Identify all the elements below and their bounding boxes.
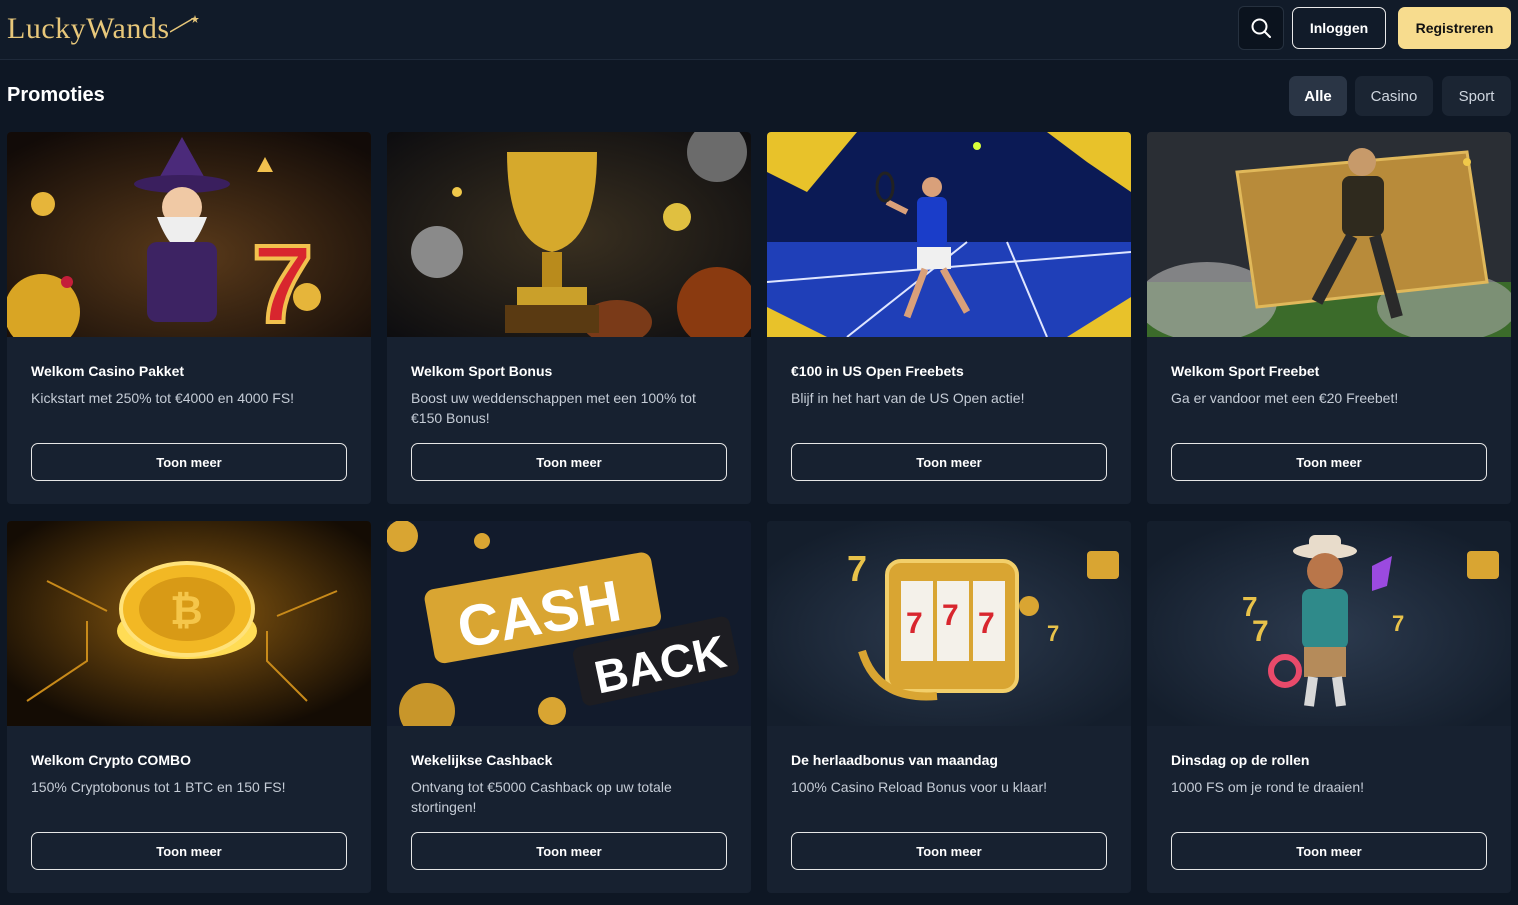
- promo-title: Welkom Sport Freebet: [1171, 363, 1320, 379]
- promo-image-cashback: CASH BACK: [387, 521, 751, 726]
- toon-meer-button[interactable]: Toon meer: [1171, 832, 1487, 870]
- filter-tab-casino[interactable]: Casino: [1355, 76, 1433, 116]
- promo-title: Wekelijkse Cashback: [411, 752, 553, 768]
- promo-description: 1000 FS om je rond te draaien!: [1171, 779, 1365, 795]
- promo-card-wekelijkse-cashback[interactable]: CASH BACK Wekelijkse Cashback Ontvang to…: [387, 521, 751, 893]
- promo-title: Welkom Crypto COMBO: [31, 752, 191, 768]
- svg-text:7: 7: [1392, 611, 1404, 636]
- search-icon: [1251, 18, 1271, 38]
- register-button[interactable]: Registreren: [1398, 7, 1511, 49]
- toon-meer-button[interactable]: Toon meer: [31, 443, 347, 481]
- site-logo[interactable]: LuckyWands: [7, 10, 199, 46]
- promo-image-tennis: [767, 132, 1131, 337]
- promo-card-welkom-crypto-combo[interactable]: ₿ Welkom Crypto COMBO 150% Cryptobonus t…: [7, 521, 371, 893]
- svg-text:7: 7: [906, 607, 923, 640]
- svg-text:7: 7: [1047, 621, 1059, 646]
- promo-title: De herlaadbonus van maandag: [791, 752, 998, 768]
- promo-title: Welkom Casino Pakket: [31, 363, 185, 379]
- promo-description: 100% Casino Reload Bonus voor u klaar!: [791, 779, 1048, 795]
- toon-meer-button[interactable]: Toon meer: [791, 832, 1107, 870]
- promo-image-trophy: [387, 132, 751, 337]
- wand-icon: [169, 15, 199, 33]
- search-button[interactable]: [1238, 6, 1284, 50]
- logo-text: LuckyWands: [7, 12, 170, 45]
- promo-image-wizard: 7: [7, 132, 371, 337]
- promo-image-football-ticket: [1147, 132, 1511, 337]
- promo-card-welkom-sport-freebet[interactable]: Welkom Sport Freebet Ga er vandoor met e…: [1147, 132, 1511, 504]
- promo-description: Boost uw weddenschappen met een 100% tot…: [411, 390, 696, 426]
- page-title: Promoties: [7, 84, 105, 106]
- promo-description: 150% Cryptobonus tot 1 BTC en 150 FS!: [31, 779, 286, 795]
- svg-text:7: 7: [847, 548, 867, 589]
- promo-title: Dinsdag op de rollen: [1171, 752, 1310, 768]
- promo-card-us-open-freebets[interactable]: €100 in US Open Freebets Blijf in het ha…: [767, 132, 1131, 504]
- promo-card-herlaadbonus-maandag[interactable]: 7 7 7 7 7 De herlaadbonus van maandag 10…: [767, 521, 1131, 893]
- promo-description: Ontvang tot €5000 Cashback op uw totale …: [411, 779, 672, 815]
- svg-text:7: 7: [978, 607, 995, 640]
- filter-tab-alle[interactable]: Alle: [1289, 76, 1347, 116]
- svg-text:₿: ₿: [170, 589, 203, 633]
- svg-text:7: 7: [252, 223, 313, 337]
- promo-description: Ga er vandoor met een €20 Freebet!: [1171, 390, 1399, 406]
- promo-image-bitcoin: ₿: [7, 521, 371, 726]
- promo-title: Welkom Sport Bonus: [411, 363, 553, 379]
- promo-image-cowboy: 7 7 7: [1147, 521, 1511, 726]
- promo-description: Kickstart met 250% tot €4000 en 4000 FS!: [31, 390, 295, 406]
- svg-text:7: 7: [942, 599, 959, 632]
- svg-text:7: 7: [1252, 615, 1269, 648]
- filter-tab-sport[interactable]: Sport: [1442, 76, 1511, 116]
- top-header: LuckyWands Inloggen Registreren: [0, 0, 1518, 60]
- toon-meer-button[interactable]: Toon meer: [791, 443, 1107, 481]
- toon-meer-button[interactable]: Toon meer: [1171, 443, 1487, 481]
- toon-meer-button[interactable]: Toon meer: [411, 443, 727, 481]
- promo-card-dinsdag-op-de-rollen[interactable]: 7 7 7 Dinsdag op de rollen 1000 FS om je…: [1147, 521, 1511, 893]
- promo-image-slot-machine: 7 7 7 7 7: [767, 521, 1131, 726]
- promo-card-welkom-sport-bonus[interactable]: Welkom Sport Bonus Boost uw weddenschapp…: [387, 132, 751, 504]
- promo-description: Blijf in het hart van de US Open actie!: [791, 390, 1025, 406]
- promo-title: €100 in US Open Freebets: [791, 363, 964, 379]
- promo-card-welkom-casino[interactable]: 7 Welkom Casino Pakket Kickstart met 250…: [7, 132, 371, 504]
- login-button[interactable]: Inloggen: [1292, 7, 1386, 49]
- toon-meer-button[interactable]: Toon meer: [411, 832, 727, 870]
- toon-meer-button[interactable]: Toon meer: [31, 832, 347, 870]
